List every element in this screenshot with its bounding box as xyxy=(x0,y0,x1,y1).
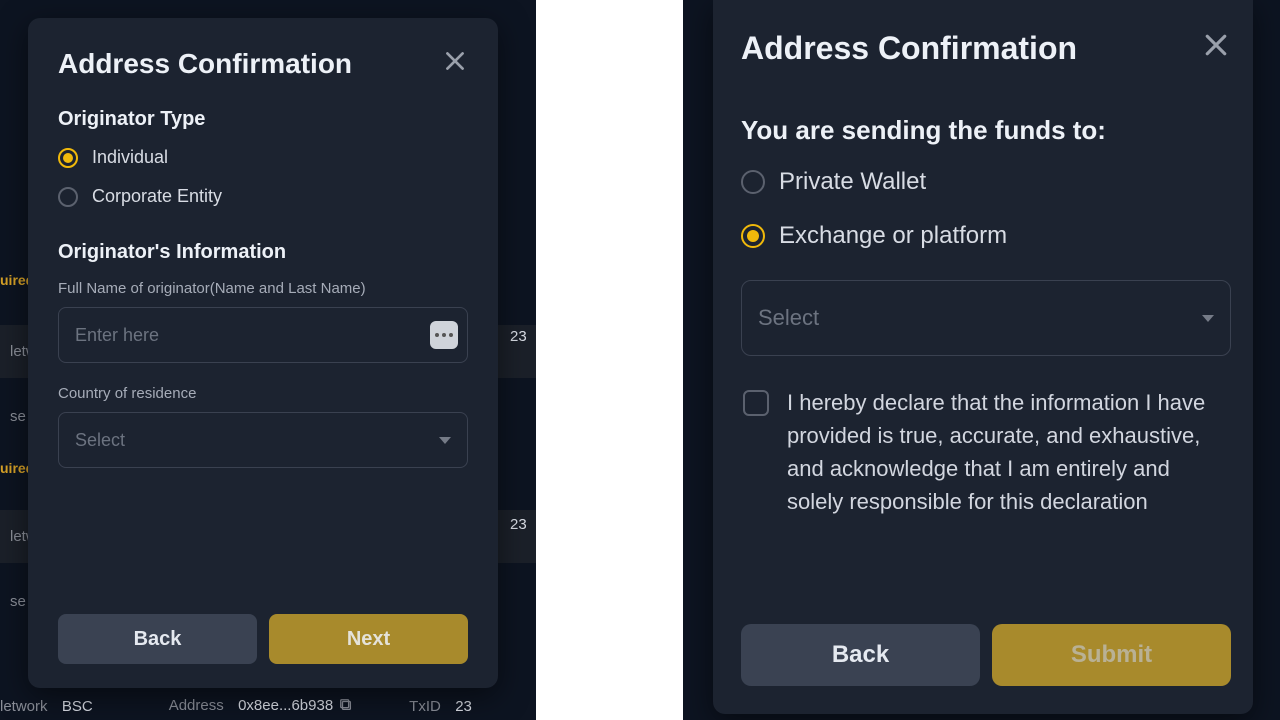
chevron-down-icon xyxy=(1202,315,1214,322)
next-button[interactable]: Next xyxy=(269,614,468,664)
radio-label: Corporate Entity xyxy=(92,186,222,207)
radio-label: Exchange or platform xyxy=(779,222,1007,250)
radio-label: Individual xyxy=(92,147,168,168)
radio-indicator xyxy=(58,148,78,168)
bg-frag-23a: 23 xyxy=(510,328,527,345)
radio-indicator xyxy=(741,170,765,194)
originator-type-group: Individual Corporate Entity xyxy=(58,147,468,207)
originator-type-heading: Originator Type xyxy=(58,108,468,131)
close-icon[interactable] xyxy=(1201,30,1231,60)
bg-frag-23b: 23 xyxy=(510,516,527,533)
radio-label: Private Wallet xyxy=(779,168,926,196)
back-button[interactable]: Back xyxy=(58,614,257,664)
destination-group: Private Wallet Exchange or platform xyxy=(741,168,1231,250)
country-select-placeholder: Select xyxy=(75,430,125,451)
platform-select[interactable]: Select xyxy=(741,280,1231,356)
radio-indicator xyxy=(741,224,765,248)
country-label: Country of residence xyxy=(58,385,468,402)
left-pane: uired letwork se pr uired letwork se pr … xyxy=(0,0,536,720)
right-pane: Address Confirmation You are sending the… xyxy=(683,0,1280,720)
fullname-label: Full Name of originator(Name and Last Na… xyxy=(58,280,468,297)
declaration-text: I hereby declare that the information I … xyxy=(787,386,1229,518)
modal-title: Address Confirmation xyxy=(741,30,1077,67)
modal-title: Address Confirmation xyxy=(58,48,352,80)
address-confirmation-modal-left: Address Confirmation Originator Type Ind… xyxy=(28,18,498,688)
radio-individual[interactable]: Individual xyxy=(58,147,468,168)
radio-indicator xyxy=(58,187,78,207)
radio-corporate[interactable]: Corporate Entity xyxy=(58,186,468,207)
copy-icon[interactable] xyxy=(339,698,353,716)
sending-to-heading: You are sending the funds to: xyxy=(741,115,1231,146)
close-icon[interactable] xyxy=(442,48,468,74)
chevron-down-icon xyxy=(439,437,451,444)
radio-exchange[interactable]: Exchange or platform xyxy=(741,222,1231,250)
white-gap xyxy=(536,0,683,720)
fullname-input[interactable] xyxy=(58,307,468,363)
submit-button[interactable]: Submit xyxy=(992,624,1231,686)
originator-info-heading: Originator's Information xyxy=(58,241,468,264)
bg-bottom-row: letwork BSC Address 0x8ee...6b938 TxID 2… xyxy=(0,689,536,720)
country-select[interactable]: Select xyxy=(58,412,468,468)
address-confirmation-modal-right: Address Confirmation You are sending the… xyxy=(713,0,1253,714)
back-button[interactable]: Back xyxy=(741,624,980,686)
declaration-checkbox[interactable] xyxy=(743,390,769,416)
platform-select-placeholder: Select xyxy=(758,305,819,331)
radio-private-wallet[interactable]: Private Wallet xyxy=(741,168,1231,196)
